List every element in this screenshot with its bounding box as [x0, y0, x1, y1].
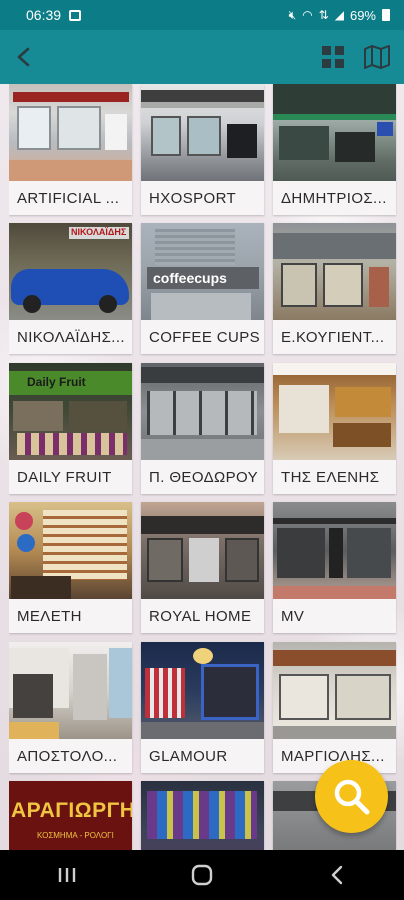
store-name: ROYAL HOME	[141, 599, 264, 633]
store-name: ARTIFICIAL ...	[9, 181, 132, 215]
status-time: 06:39	[26, 7, 62, 23]
store-card[interactable]: Daily Fruit DAILY FRUIT	[9, 363, 132, 494]
store-card[interactable]	[141, 781, 264, 850]
store-photo	[273, 223, 396, 320]
search-icon	[334, 779, 369, 814]
store-name: DAILY FRUIT	[9, 460, 132, 494]
grid-view-button[interactable]	[316, 37, 350, 77]
recent-apps-button[interactable]	[37, 855, 97, 895]
nav-back-button[interactable]	[307, 855, 367, 895]
store-sign-text: Daily Fruit	[27, 375, 86, 389]
home-icon	[191, 864, 213, 886]
signal-icon: ◢	[334, 8, 344, 22]
store-photo	[273, 363, 396, 460]
status-bar: 06:39 🔇︎ ◠ ⇅ ◢ 69%	[0, 0, 404, 30]
store-grid: ARTIFICIAL ... HXOSPORT ΔΗΜΗΤΡΙΟΣ... ΝΙΚ…	[9, 84, 397, 850]
store-photo	[273, 502, 396, 599]
store-photo	[141, 363, 264, 460]
store-sign-subtext: ΚΟΣΜΗΜΑ - ΡΟΛΟΓΙ	[37, 831, 114, 840]
battery-percent: 69%	[349, 7, 376, 23]
store-photo: ΝΙΚΟΛΑΪΔΗΣ	[9, 223, 132, 320]
back-button[interactable]	[6, 37, 42, 77]
store-card[interactable]: MV	[273, 502, 396, 633]
store-card[interactable]: ΑΠΟΣΤΟΛΟ...	[9, 642, 132, 773]
store-name: ΝΙΚΟΛΑΪΔΗΣ...	[9, 320, 132, 354]
store-card[interactable]: ΜΑΡΓΙΟΛΗΣ...	[273, 642, 396, 773]
store-name: COFFEE CUPS	[141, 320, 264, 354]
store-photo	[9, 642, 132, 739]
image-icon	[69, 9, 82, 21]
store-photo	[273, 642, 396, 739]
store-photo	[141, 642, 264, 739]
recent-apps-icon	[59, 868, 76, 882]
store-card[interactable]: Π. ΘΕΟΔΩΡΟΥ	[141, 363, 264, 494]
store-photo: ΑΡΑΓΙΩΡΓΗ ΚΟΣΜΗΜΑ - ΡΟΛΟΓΙ	[9, 781, 132, 850]
store-card[interactable]: ΤΗΣ ΕΛΕΝΗΣ	[273, 363, 396, 494]
store-card[interactable]: ARTIFICIAL ...	[9, 84, 132, 215]
store-card[interactable]: ΝΙΚΟΛΑΪΔΗΣ ΝΙΚΟΛΑΪΔΗΣ...	[9, 223, 132, 354]
store-card[interactable]: Ε.ΚΟΥΓΙΕΝΤ...	[273, 223, 396, 354]
battery-icon	[382, 9, 390, 21]
system-nav-bar	[0, 850, 404, 900]
store-name: ΑΠΟΣΤΟΛΟ...	[9, 739, 132, 773]
arrow-back-icon	[17, 47, 30, 67]
store-card[interactable]: ΔΗΜΗΤΡΙΟΣ...	[273, 84, 396, 215]
store-name: ΤΗΣ ΕΛΕΝΗΣ	[273, 460, 396, 494]
store-sign-text: ΝΙΚΟΛΑΪΔΗΣ	[71, 227, 127, 237]
search-fab-button[interactable]	[315, 760, 388, 833]
store-name: ΜΕΛΕΤΗ	[9, 599, 132, 633]
store-photo	[9, 84, 132, 181]
grid-view-icon	[322, 46, 344, 68]
store-name: MV	[273, 599, 396, 633]
store-card[interactable]: coffeecups COFFEE CUPS	[141, 223, 264, 354]
store-card[interactable]: HXOSPORT	[141, 84, 264, 215]
store-name: GLAMOUR	[141, 739, 264, 773]
store-card[interactable]: ROYAL HOME	[141, 502, 264, 633]
store-name: ΔΗΜΗΤΡΙΟΣ...	[273, 181, 396, 215]
mute-icon: 🔇︎	[288, 7, 297, 22]
map-view-button[interactable]	[360, 37, 394, 77]
store-photo	[9, 502, 132, 599]
store-photo	[141, 502, 264, 599]
store-sign-text: coffeecups	[153, 270, 227, 286]
app-bar	[0, 30, 404, 84]
store-photo	[273, 84, 396, 181]
store-card[interactable]: ΑΡΑΓΙΩΡΓΗ ΚΟΣΜΗΜΑ - ΡΟΛΟΓΙ	[9, 781, 132, 850]
back-icon	[331, 865, 342, 885]
store-name: Π. ΘΕΟΔΩΡΟΥ	[141, 460, 264, 494]
data-icon: ⇅	[318, 8, 329, 22]
store-photo: Daily Fruit	[9, 363, 132, 460]
store-sign-text: ΑΡΑΓΙΩΡΓΗ	[11, 799, 132, 822]
home-button[interactable]	[172, 855, 232, 895]
store-photo: coffeecups	[141, 223, 264, 320]
store-card[interactable]: GLAMOUR	[141, 642, 264, 773]
wifi-icon: ◠	[302, 8, 313, 22]
store-name: Ε.ΚΟΥΓΙΕΝΤ...	[273, 320, 396, 354]
store-photo	[141, 781, 264, 850]
store-photo	[141, 84, 264, 181]
store-card[interactable]: ΜΕΛΕΤΗ	[9, 502, 132, 633]
store-name: HXOSPORT	[141, 181, 264, 215]
map-icon	[364, 45, 390, 69]
